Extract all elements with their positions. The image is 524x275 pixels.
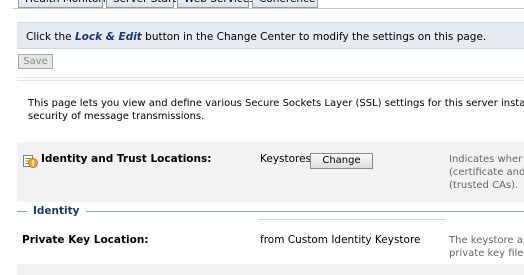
identity-trust-row: Identity and Trust Locations: Keystores … bbox=[17, 142, 524, 202]
info-help-icon[interactable] bbox=[22, 153, 38, 169]
save-button[interactable]: Save bbox=[18, 54, 53, 69]
help-line: The keystore a bbox=[449, 235, 523, 246]
page-description: This page lets you view and define vario… bbox=[28, 97, 524, 123]
identity-trust-label: Identity and Trust Locations: bbox=[41, 153, 212, 165]
row-divider bbox=[258, 219, 446, 220]
next-field-row bbox=[17, 264, 524, 275]
help-line: (trusted CAs). bbox=[449, 180, 519, 191]
tab-health-monitoring[interactable]: Health Monitoring bbox=[18, 0, 119, 8]
identity-section-title: Identity bbox=[33, 205, 80, 217]
tab-strip: Health Monitoring Server Start Web Servi… bbox=[18, 0, 321, 8]
banner-prefix: Click the bbox=[26, 31, 75, 43]
private-key-location-label: Private Key Location: bbox=[22, 234, 149, 246]
ssl-settings-page: Health Monitoring Server Start Web Servi… bbox=[0, 0, 524, 275]
divider bbox=[17, 77, 524, 78]
lock-edit-banner: Click the Lock & Edit button in the Chan… bbox=[17, 22, 524, 49]
keystores-value: Keystores bbox=[260, 153, 312, 165]
help-line: (certificate and bbox=[449, 167, 524, 178]
banner-message: Click the Lock & Edit button in the Chan… bbox=[26, 31, 486, 43]
lock-edit-emphasis: Lock & Edit bbox=[74, 31, 142, 43]
identity-trust-help: Indicates wher (certificate and (trusted… bbox=[449, 153, 524, 192]
section-rule-left bbox=[17, 211, 27, 212]
banner-suffix: button in the Change Center to modify th… bbox=[141, 31, 487, 43]
section-rule-right bbox=[86, 211, 524, 212]
help-line: Indicates wher bbox=[449, 154, 523, 165]
description-line-2: security of message transmissions. bbox=[28, 111, 205, 122]
tab-divider bbox=[13, 8, 524, 9]
description-line-1: This page lets you view and define vario… bbox=[28, 98, 524, 109]
change-button[interactable]: Change bbox=[310, 153, 373, 169]
private-key-help: The keystore a private key file bbox=[449, 234, 523, 260]
private-key-location-value: from Custom Identity Keystore bbox=[260, 234, 421, 246]
tab-coherence[interactable]: Coherence bbox=[252, 0, 318, 8]
divider bbox=[17, 80, 524, 81]
help-line: private key file bbox=[449, 248, 524, 259]
tab-server-start[interactable]: Server Start bbox=[106, 0, 176, 8]
tab-web-services[interactable]: Web Services bbox=[177, 0, 255, 8]
